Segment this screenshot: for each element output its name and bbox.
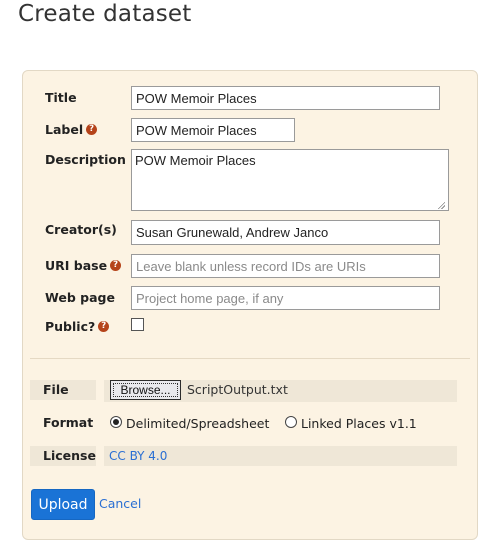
license-link[interactable]: CC BY 4.0 bbox=[109, 449, 167, 463]
uri-base-label: URI base ? bbox=[45, 258, 122, 273]
help-icon[interactable]: ? bbox=[86, 124, 98, 135]
uri-base-label-text: URI base bbox=[45, 258, 108, 273]
label-input[interactable] bbox=[131, 118, 295, 142]
cancel-link[interactable]: Cancel bbox=[99, 496, 141, 511]
description-label: Description bbox=[45, 152, 126, 167]
web-page-input[interactable] bbox=[131, 286, 440, 310]
label-label: Label ? bbox=[45, 122, 98, 137]
license-label: License bbox=[30, 446, 96, 466]
format-radio-delimited[interactable] bbox=[110, 416, 122, 428]
format-label: Format bbox=[43, 415, 94, 430]
description-label-text: Description bbox=[45, 152, 126, 167]
title-input[interactable] bbox=[131, 86, 440, 110]
page-title: Create dataset bbox=[18, 1, 192, 27]
public-label-text: Public? bbox=[45, 319, 96, 334]
uri-base-input[interactable] bbox=[131, 254, 440, 278]
public-label: Public? ? bbox=[45, 319, 110, 334]
web-page-label: Web page bbox=[45, 290, 115, 305]
resize-grip-icon[interactable] bbox=[437, 201, 445, 209]
format-radio-linked-places[interactable] bbox=[285, 416, 297, 428]
browse-button[interactable]: Browse... bbox=[110, 380, 181, 400]
title-label-text: Title bbox=[45, 90, 77, 105]
description-textarea[interactable]: POW Memoir Places bbox=[131, 149, 449, 211]
format-option-linked-places-label[interactable]: Linked Places v1.1 bbox=[301, 416, 417, 431]
creators-input[interactable] bbox=[131, 220, 440, 245]
format-option-delimited-label[interactable]: Delimited/Spreadsheet bbox=[126, 416, 269, 431]
label-label-text: Label bbox=[45, 122, 84, 137]
file-label: File bbox=[30, 380, 96, 400]
help-icon[interactable]: ? bbox=[98, 321, 110, 332]
selected-filename: ScriptOutput.txt bbox=[187, 382, 288, 397]
section-divider bbox=[30, 358, 470, 359]
web-page-label-text: Web page bbox=[45, 290, 115, 305]
help-icon[interactable]: ? bbox=[110, 260, 122, 271]
creators-label-text: Creator(s) bbox=[45, 222, 117, 237]
title-label: Title bbox=[45, 90, 77, 105]
public-checkbox[interactable] bbox=[131, 318, 144, 331]
creators-label: Creator(s) bbox=[45, 222, 117, 237]
upload-button[interactable]: Upload bbox=[31, 489, 95, 520]
